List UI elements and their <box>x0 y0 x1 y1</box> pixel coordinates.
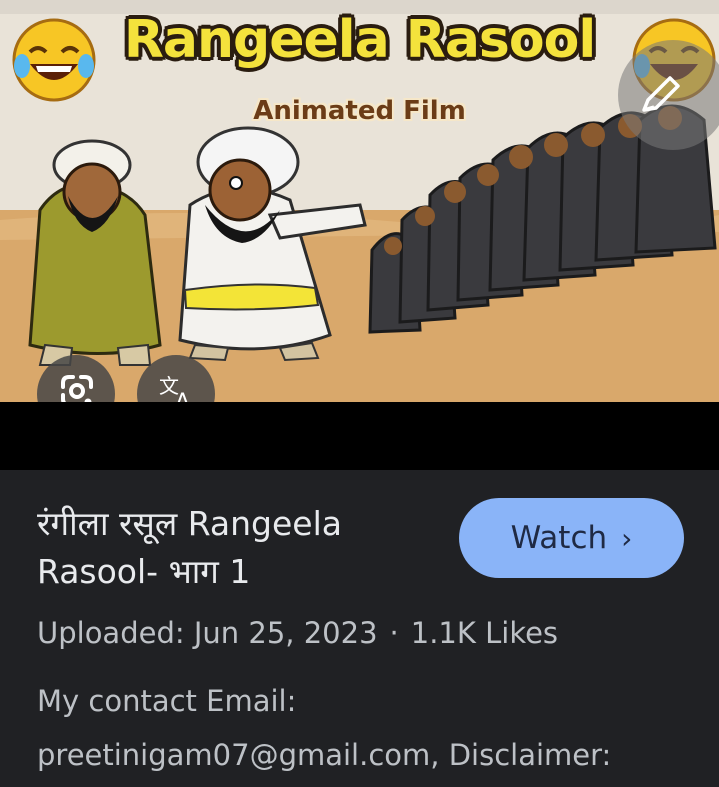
translate-icon: 文 A <box>159 374 190 402</box>
watch-button-label: Watch <box>510 520 608 556</box>
thumbnail-bottom-bar <box>0 402 719 470</box>
watch-button[interactable]: Watch › <box>459 498 684 578</box>
video-meta: Uploaded: Jun 25, 2023 · 1.1K Likes <box>37 616 697 650</box>
edit-button[interactable] <box>618 40 719 150</box>
thumbnail-subtitle: Animated Film <box>253 96 466 126</box>
chevron-right-icon: › <box>621 521 633 555</box>
meta-separator: · <box>389 616 399 650</box>
video-title[interactable]: रंगीला रसूल Rangeela Rasool- भाग 1 <box>37 500 437 596</box>
likes-count: 1.1K Likes <box>410 616 559 650</box>
description-overflow <box>37 780 677 787</box>
video-result-panel: रंगीला रसूल Rangeela Rasool- भाग 1 Watch… <box>0 470 719 787</box>
thumbnail-title: Rangeela Rasool <box>123 10 596 70</box>
video-description: My contact Email: preetinigam07@gmail.co… <box>37 684 612 772</box>
svg-text:A: A <box>175 390 190 402</box>
pencil-edit-icon <box>642 76 680 112</box>
google-lens-icon <box>61 375 93 402</box>
video-thumbnail[interactable]: Rangeela Rasool Animated Film 文 A <box>0 0 719 402</box>
upload-date: Uploaded: Jun 25, 2023 <box>37 616 378 650</box>
